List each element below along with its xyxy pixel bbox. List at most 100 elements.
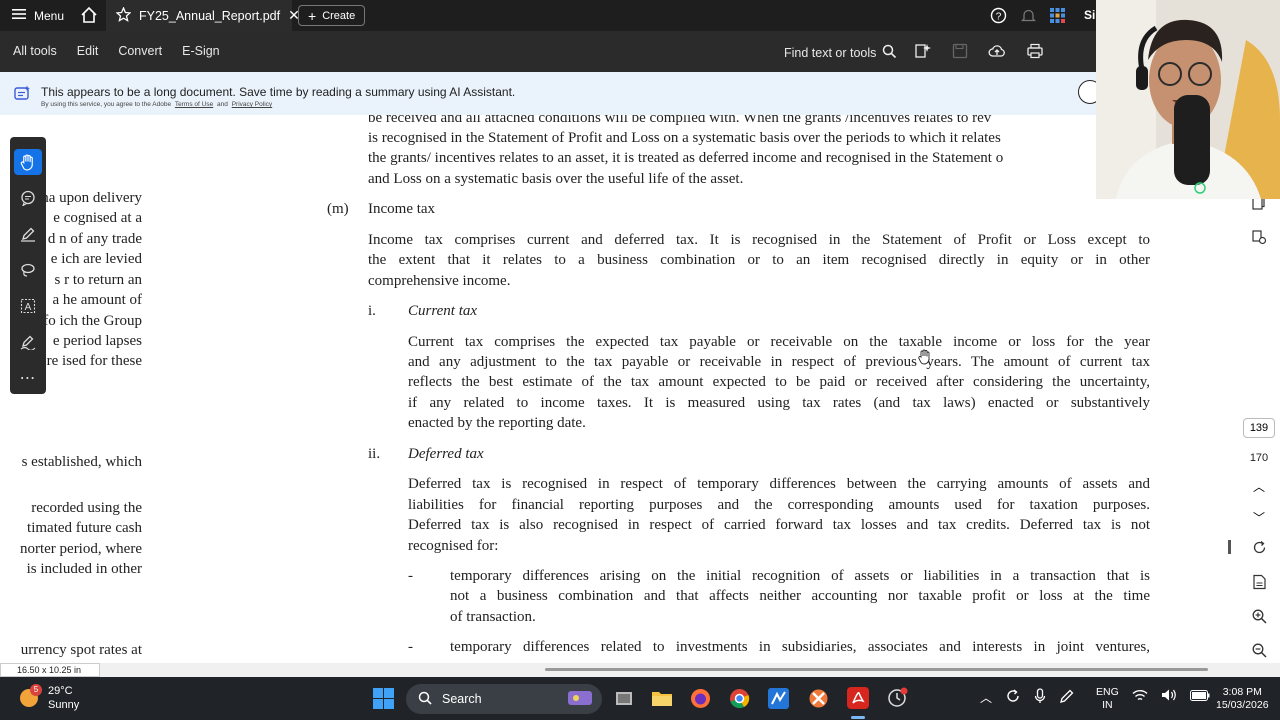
ai-tools-icon[interactable] (914, 42, 932, 63)
snipping-tool-icon[interactable] (808, 688, 829, 712)
menu-button[interactable]: Menu (12, 8, 64, 23)
microphone-icon[interactable] (1034, 688, 1046, 707)
ai-assistant-banner: This appears to be a long document. Save… (0, 72, 1280, 115)
page-extract-icon[interactable] (1252, 574, 1267, 595)
paragraph-line: Current tax comprises the expected tax p… (408, 334, 1150, 350)
network-tray (1132, 688, 1210, 705)
bullet-dash: - (408, 568, 413, 584)
battery-icon[interactable] (1190, 689, 1210, 704)
organize-icon[interactable] (1251, 229, 1267, 250)
rotate-icon[interactable] (1252, 540, 1267, 560)
plus-icon: + (308, 7, 317, 24)
total-pages: 170 (1249, 452, 1269, 464)
quick-tools-bar: A ⋯ (10, 137, 46, 394)
tray-chevron-up-icon[interactable]: ︿ (980, 689, 992, 706)
hand-cursor-icon (918, 349, 932, 370)
consent-prefix: By using this service, you agree to the … (41, 101, 172, 108)
paragraph-line: reflects the best estimate of the tax am… (408, 374, 1150, 390)
vertical-scroll-thumb[interactable] (1228, 540, 1231, 554)
taskbar-search[interactable]: Search (406, 684, 602, 714)
clock-time: 3:08 PM (1222, 686, 1262, 698)
right-rail: 139 170 ︿ ﹀ (1238, 190, 1280, 663)
current-page-input[interactable]: 139 (1242, 418, 1276, 438)
help-icon[interactable]: ? (990, 7, 1007, 27)
paragraph-line: recognised for: (408, 538, 499, 554)
upload-cloud-icon[interactable] (988, 43, 1006, 62)
bullet-line: not a business combination and that affe… (450, 588, 1150, 604)
edit-menu[interactable]: Edit (77, 44, 99, 58)
chevron-up-icon[interactable]: ︿ (1253, 478, 1265, 495)
hand-tool-button[interactable] (14, 149, 42, 175)
paragraph-line: Deferred tax is recognised in respect of… (408, 476, 1150, 492)
zoom-out-icon[interactable] (1252, 643, 1267, 663)
wifi-icon[interactable] (1132, 689, 1148, 705)
more-tools-icon[interactable]: ⋯ (14, 365, 42, 391)
weather-widget[interactable]: 5 29°C Sunny (18, 684, 79, 712)
banner-message: This appears to be a long document. Save… (41, 85, 516, 99)
tab-title: FY25_Annual_Report.pdf (139, 8, 281, 23)
title-bar: Menu FY25_Annual_Report.pdf ✕ + Create ?… (0, 0, 1280, 31)
lang-region: IN (1102, 699, 1113, 711)
convert-menu[interactable]: Convert (118, 44, 162, 58)
privacy-link[interactable]: Privacy Policy (232, 101, 272, 108)
task-view-icon[interactable] (614, 689, 634, 712)
file-explorer-icon[interactable] (651, 688, 673, 711)
firefox-icon[interactable] (690, 688, 711, 712)
volume-icon[interactable] (1161, 688, 1177, 705)
stocks-app-icon[interactable] (768, 688, 789, 712)
system-clock[interactable]: 3:08 PM 15/03/2026 (1216, 686, 1269, 712)
find-tools-button[interactable]: Find text or tools (784, 44, 897, 62)
acrobat-icon[interactable] (847, 687, 869, 712)
windows-taskbar: 5 29°C Sunny Search ︿ ENG IN 3:08 PM 15/… (0, 677, 1280, 720)
paragraph-line: liabilities for financial reporting purp… (408, 497, 1150, 513)
sun-icon: 5 (18, 684, 42, 709)
paragraph-line: the extent that it relates to a business… (368, 252, 1150, 268)
weather-condition: Sunny (48, 699, 80, 711)
save-icon[interactable] (952, 43, 968, 62)
create-button[interactable]: + Create (298, 5, 366, 26)
comment-tool-button[interactable] (14, 185, 42, 211)
sign-in-link[interactable]: Si (1084, 8, 1095, 22)
paragraph-line: is recognised in the Statement of Profit… (368, 130, 1001, 146)
windows-start-icon[interactable] (373, 688, 394, 712)
lasso-tool-button[interactable] (14, 257, 42, 283)
presenter-video (1096, 0, 1280, 199)
all-tools-menu[interactable]: All tools (13, 44, 57, 58)
zoom-in-icon[interactable] (1252, 609, 1267, 629)
banner-consent: By using this service, you agree to the … (41, 101, 274, 108)
left-column-line: is included in other (26, 561, 142, 577)
left-column-line: norter period, where (19, 541, 142, 557)
home-icon[interactable] (80, 6, 98, 27)
highlight-pen-button[interactable] (14, 221, 42, 247)
subsection-label: ii. (368, 446, 381, 462)
paragraph-line: the grants/ incentives relates to an ass… (368, 150, 1004, 166)
scroll-thumb[interactable] (545, 668, 1208, 671)
bullet-line: temporary differences arising on the ini… (450, 568, 1150, 584)
esign-menu[interactable]: E-Sign (182, 44, 220, 58)
sign-tool-button[interactable] (14, 329, 42, 355)
bell-icon[interactable] (1020, 8, 1037, 27)
left-column-line: urrency spot rates at (20, 642, 142, 658)
language-indicator[interactable]: ENG IN (1096, 686, 1119, 712)
chrome-icon[interactable] (729, 688, 750, 712)
text-select-button[interactable]: A (14, 293, 42, 319)
horizontal-scrollbar[interactable] (0, 663, 1280, 677)
section-heading: Income tax (368, 201, 436, 217)
search-icon (418, 691, 432, 708)
star-icon[interactable] (115, 5, 132, 25)
app-update-icon[interactable] (886, 687, 908, 712)
pen-icon[interactable] (1059, 688, 1075, 707)
hamburger-icon (12, 8, 26, 23)
apps-grid-icon[interactable] (1050, 8, 1065, 26)
paragraph-line: be received and all attached conditions … (368, 115, 992, 126)
print-icon[interactable] (1026, 43, 1044, 62)
terms-link[interactable]: Terms of Use (175, 101, 213, 108)
chevron-down-icon[interactable]: ﹀ (1253, 509, 1265, 526)
left-column-line: s established, which (21, 454, 142, 470)
paragraph-line: if any related to income taxes. It is me… (408, 395, 1150, 411)
sync-icon[interactable] (1005, 688, 1021, 707)
consent-and: and (217, 101, 228, 108)
document-tab[interactable]: FY25_Annual_Report.pdf ✕ (106, 0, 300, 31)
document-page[interactable]: na upon delivery e cognised at a d n of … (0, 115, 1222, 663)
search-icon (882, 44, 897, 62)
